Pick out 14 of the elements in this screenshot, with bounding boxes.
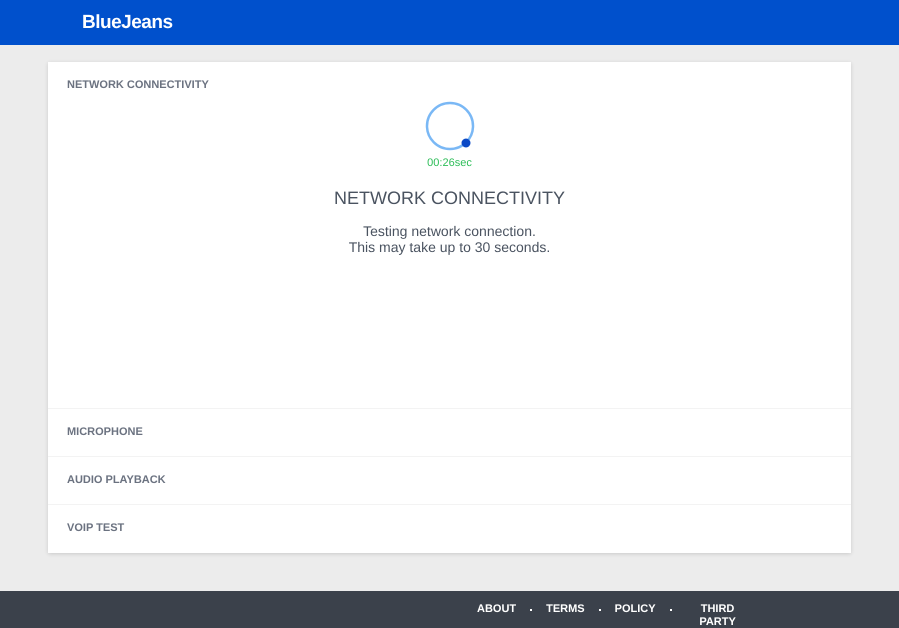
timer-text: 00:26sec <box>427 157 472 169</box>
status-text: Testing network connection. <box>363 223 536 239</box>
section-title[interactable]: MICROPHONE <box>67 426 143 438</box>
footer-link[interactable]: TERMS <box>546 603 585 616</box>
spinner-icon <box>424 101 476 153</box>
status-text: This may take up to 30 seconds. <box>348 239 550 255</box>
footer-link[interactable]: THIRD PARTY <box>696 603 740 628</box>
section-title[interactable]: VOIP TEST <box>67 522 124 534</box>
footer-link[interactable]: ABOUT <box>477 603 516 616</box>
footer-link[interactable]: POLICY <box>614 603 656 616</box>
section-title[interactable]: AUDIO PLAYBACK <box>67 474 166 486</box>
section-title[interactable]: NETWORK CONNECTIVITY <box>67 79 209 91</box>
section-heading: NETWORK CONNECTIVITY <box>334 188 565 209</box>
logo[interactable]: BlueJeans <box>82 12 173 34</box>
